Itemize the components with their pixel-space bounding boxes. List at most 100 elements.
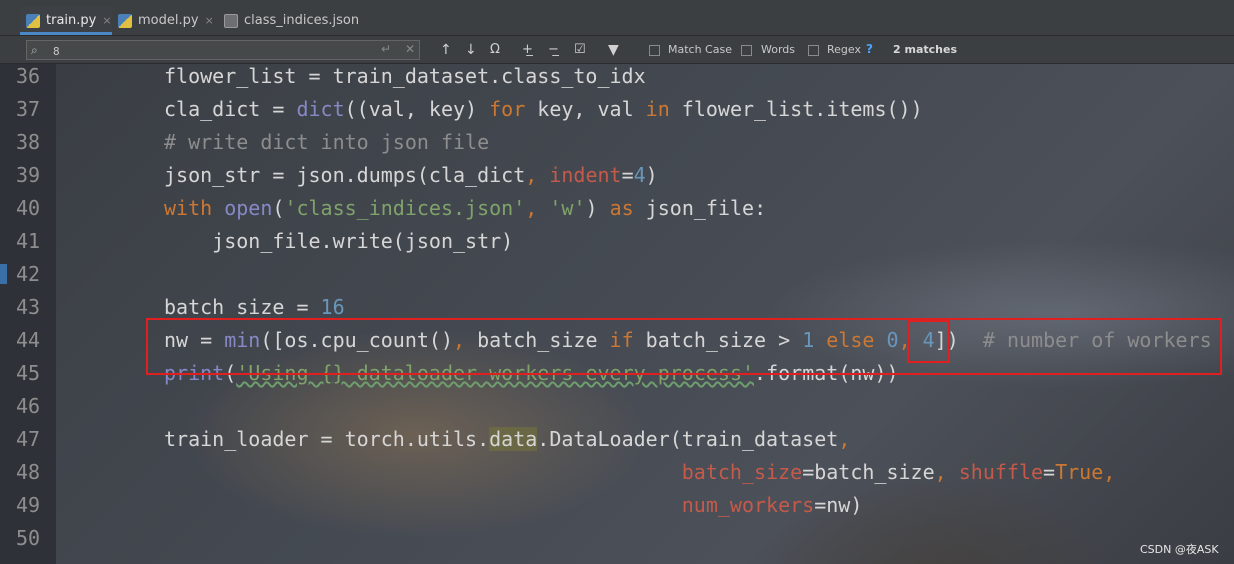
code-token: ,	[838, 427, 851, 451]
new-line-icon[interactable]: ↵	[381, 42, 391, 56]
code-line[interactable]: 36 flower_list = train_dataset.class_to_i…	[0, 66, 1234, 99]
line-number: 44	[15, 328, 41, 352]
next-occurrence-icon[interactable]: ↓	[465, 42, 477, 58]
code-token: =batch_size	[802, 460, 935, 484]
find-all-icon[interactable]: Ω	[490, 42, 500, 58]
filter-icon[interactable]: ▼	[608, 42, 619, 58]
code-token: )	[645, 163, 658, 187]
watermark: CSDN @夜ASK	[1140, 543, 1219, 556]
code-line[interactable]: 43 batch_size = 16	[0, 297, 1234, 330]
tab-label: train.py	[46, 13, 97, 28]
code-token: if	[609, 328, 634, 352]
code-token: 'Using {} dataloader workers every proce…	[236, 361, 755, 385]
code-line[interactable]: 49 num_workers=nw)	[0, 495, 1234, 528]
words-label: Words	[761, 43, 796, 56]
code-text[interactable]: print('Using {} dataloader workers every…	[164, 363, 899, 383]
code-token: ,	[898, 328, 923, 352]
code-token: (	[272, 196, 285, 220]
code-token: json_file:	[633, 196, 767, 220]
code-token: flower_list.items())	[669, 97, 923, 121]
code-token: ,	[934, 460, 959, 484]
code-token: for	[489, 97, 526, 121]
regex-label: Regex	[827, 43, 861, 56]
code-line[interactable]: 37 cla_dict = dict((val, key) for key, va…	[0, 99, 1234, 132]
code-token: ])	[934, 328, 983, 352]
code-token: ,	[525, 163, 550, 187]
match-case-checkbox[interactable]	[649, 45, 660, 56]
tab-label: model.py	[138, 13, 199, 28]
code-text[interactable]: # write dict into json file	[164, 132, 489, 152]
code-text[interactable]: nw = min([os.cpu_count(), batch_size if …	[164, 330, 1212, 350]
code-line[interactable]: 40 with open('class_indices.json', 'w') a…	[0, 198, 1234, 231]
code-text[interactable]: with open('class_indices.json', 'w') as …	[164, 198, 766, 218]
python-file-icon	[118, 14, 132, 28]
tab-class-indices-json[interactable]: class_indices.json	[218, 7, 359, 35]
remove-selection-icon[interactable]: −̲	[548, 42, 559, 58]
code-text[interactable]: batch_size = 16	[164, 297, 345, 317]
code-line[interactable]: 39 json_str = json.dumps(cla_dict, indent…	[0, 165, 1234, 198]
close-icon[interactable]: ×	[102, 14, 111, 27]
code-line[interactable]: 50	[0, 528, 1234, 561]
line-number: 48	[15, 460, 41, 484]
match-count: 2 matches	[893, 43, 957, 56]
line-number: 49	[15, 493, 41, 517]
code-token: # number of workers	[982, 328, 1212, 352]
code-text[interactable]: flower_list = train_dataset.class_to_idx	[164, 66, 646, 86]
code-token: num_workers	[681, 493, 815, 517]
line-number: 50	[15, 526, 41, 550]
code-token: ,	[525, 196, 550, 220]
line-number: 36	[15, 64, 41, 88]
code-token: with	[164, 196, 225, 220]
code-token: json_str = json.dumps(cla_dict	[164, 163, 526, 187]
code-text[interactable]: batch_size=batch_size, shuffle=True,	[164, 460, 1116, 484]
code-token: ((val, key)	[344, 97, 490, 121]
code-token: print	[164, 361, 225, 385]
code-line[interactable]: 41 json_file.write(json_str)	[0, 231, 1234, 264]
code-text[interactable]: json_file.write(json_str)	[164, 231, 513, 251]
code-token: in	[645, 97, 670, 121]
line-number: 37	[15, 97, 41, 121]
line-number: 41	[15, 229, 41, 253]
code-token: (	[224, 361, 237, 385]
clear-search-icon[interactable]: ✕	[405, 42, 415, 56]
code-line[interactable]: 38 # write dict into json file	[0, 132, 1234, 165]
line-number: 42	[15, 262, 41, 286]
code-text[interactable]: json_str = json.dumps(cla_dict, indent=4…	[164, 165, 658, 185]
code-text[interactable]: cla_dict = dict((val, key) for key, val …	[164, 99, 923, 119]
line-number: 39	[15, 163, 41, 187]
code-token: nw =	[164, 328, 225, 352]
code-token: key, val	[525, 97, 646, 121]
code-line[interactable]: 48 batch_size=batch_size, shuffle=True,	[0, 462, 1234, 495]
select-all-occurrences-icon[interactable]: ☑	[574, 42, 586, 58]
search-input[interactable]	[51, 42, 395, 60]
previous-occurrence-icon[interactable]: ↑	[440, 42, 452, 58]
tab-model-py[interactable]: model.py ×	[112, 7, 218, 35]
tab-train-py[interactable]: train.py ×	[20, 7, 112, 35]
line-number: 45	[15, 361, 41, 385]
code-line[interactable]: 42	[0, 264, 1234, 297]
regex-checkbox[interactable]	[808, 45, 819, 56]
code-token: =	[1043, 460, 1056, 484]
search-icon[interactable]: ⌕	[31, 43, 38, 58]
code-line[interactable]: 45 print('Using {} dataloader workers eve…	[0, 363, 1234, 396]
code-line[interactable]: 44 nw = min([os.cpu_count(), batch_size i…	[0, 330, 1234, 363]
line-number: 47	[15, 427, 41, 451]
close-icon[interactable]: ×	[205, 14, 214, 27]
words-checkbox[interactable]	[741, 45, 752, 56]
add-selection-icon[interactable]: +̲	[522, 42, 533, 58]
code-text[interactable]: num_workers=nw)	[164, 493, 863, 517]
code-line[interactable]: 47 train_loader = torch.utils.data.DataLo…	[0, 427, 1234, 462]
code-line[interactable]: 46	[0, 396, 1234, 429]
editor-tab-bar: train.py × model.py × class_indices.json	[0, 0, 1234, 36]
code-token: open	[224, 196, 273, 220]
code-token: train_loader = torch.utils.	[164, 427, 490, 451]
code-token: # write dict into json file	[164, 130, 490, 154]
code-token: 'class_indices.json'	[284, 196, 526, 220]
regex-help-icon[interactable]: ?	[866, 42, 873, 56]
code-token: True,	[1055, 460, 1116, 484]
code-token: batch_size	[477, 328, 610, 352]
code-token: else	[814, 328, 887, 352]
code-text[interactable]: train_loader = torch.utils.data.DataLoad…	[164, 427, 851, 451]
